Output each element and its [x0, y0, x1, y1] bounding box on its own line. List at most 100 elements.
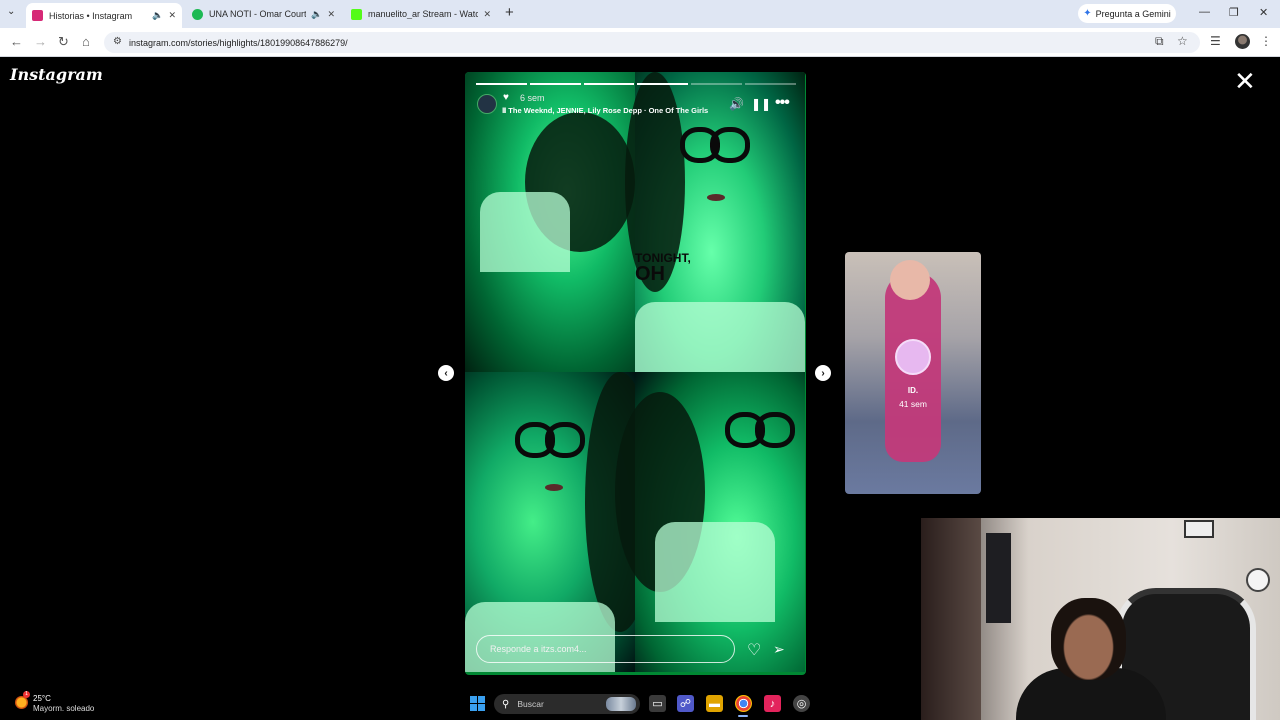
task-view-icon[interactable]: ▭ [649, 695, 666, 712]
preview-time: 41 sem [899, 399, 927, 409]
like-heart-icon[interactable]: ♡ [747, 640, 761, 660]
new-tab-plus-icon[interactable]: + [505, 4, 514, 21]
webcam-clothes [986, 533, 1011, 623]
profile-avatar[interactable] [1235, 34, 1250, 49]
instagram-favicon-icon [32, 10, 43, 21]
search-highlight-image [606, 697, 636, 711]
tab-close-icon[interactable]: ✕ [483, 9, 491, 20]
windows-start-icon[interactable] [470, 696, 485, 711]
weather-badge: 1 [23, 691, 30, 698]
more-options-icon[interactable]: ••• [775, 94, 790, 112]
site-settings-icon[interactable]: ⚙ [113, 36, 122, 47]
next-story-preview[interactable]: ID. 41 sem [845, 252, 981, 494]
story-owner-avatar[interactable] [477, 94, 497, 114]
forward-arrow-icon[interactable]: → [34, 34, 47, 49]
progress-segment [745, 83, 796, 85]
tab-title: UNA NOTI - Omar Courtz [209, 9, 307, 19]
reply-input[interactable] [476, 635, 735, 663]
story-time: 6 sem [520, 93, 545, 103]
preview-photo-head [890, 260, 930, 300]
close-icon[interactable]: ✕ [1234, 68, 1256, 94]
tab-close-icon[interactable]: ✕ [168, 10, 176, 21]
shirt-shape [655, 522, 775, 622]
shirt-shape [480, 192, 570, 272]
progress-segment [637, 83, 689, 85]
progress-segment [476, 83, 527, 85]
minimize-icon[interactable]: — [1199, 6, 1210, 18]
weather-temp[interactable]: 25°C [33, 694, 51, 703]
tab-title: manuelito_ar Stream - Watch Li [368, 9, 479, 19]
webcam-wall-frame [1184, 520, 1214, 538]
window-close-icon[interactable]: ✕ [1259, 6, 1268, 19]
webcam-door [921, 518, 981, 720]
instagram-logo[interactable]: Instagram [10, 65, 103, 84]
reload-icon[interactable]: ↻ [58, 34, 69, 50]
story-photo-3 [465, 372, 655, 672]
pause-icon[interactable]: ❚❚ [751, 97, 771, 111]
gemini-label: Pregunta a Gemini [1095, 8, 1171, 19]
preview-username: ID. [907, 386, 919, 395]
teams-icon[interactable]: ☍ [677, 695, 694, 712]
music-bars-icon: ǀǀǀ [502, 106, 506, 115]
progress-segment [529, 83, 581, 85]
cast-icon[interactable]: ⧉ [1155, 34, 1164, 49]
search-label: Buscar [517, 699, 544, 709]
speaker-icon[interactable]: 🔈 [311, 9, 322, 20]
story-photo-1 [465, 72, 635, 372]
story-photo-4 [615, 372, 805, 672]
send-icon[interactable]: ➢ [773, 641, 785, 658]
song-title: The Weeknd, JENNIE, Lily Rose Depp · One… [508, 106, 709, 115]
kick-favicon-icon [351, 8, 362, 20]
chrome-active-indicator [738, 715, 748, 717]
lyrics-sticker: TONIGHT, OH [635, 252, 691, 284]
gemini-spark-icon: ✦ [1083, 8, 1092, 19]
webcam-overlay [921, 518, 1280, 720]
home-icon[interactable]: ⌂ [82, 34, 90, 49]
tab-close-icon[interactable]: ✕ [327, 9, 335, 20]
shirt-shape [635, 302, 805, 372]
lyrics-line-2: OH [635, 263, 665, 285]
volume-icon[interactable]: 🔊 [729, 97, 744, 111]
lips-shape [707, 194, 725, 201]
speaker-icon[interactable]: 🔈 [152, 10, 163, 21]
weather-desc[interactable]: Mayorm. soleado [33, 704, 94, 713]
glasses-shape [680, 127, 750, 163]
url-text: instagram.com/stories/highlights/1801990… [129, 37, 348, 48]
glasses-shape [515, 422, 585, 458]
preview-avatar [895, 339, 931, 375]
story-song[interactable]: ǀǀǀ The Weeknd, JENNIE, Lily Rose Depp · … [502, 106, 708, 115]
tiktok-icon[interactable]: ♪ [764, 695, 781, 712]
spotify-favicon-icon [192, 8, 203, 20]
gemini-button[interactable]: ✦ Pregunta a Gemini [1078, 4, 1176, 23]
bookmark-star-icon[interactable]: ☆ [1177, 34, 1188, 48]
toolbar: ← → ↻ ⌂ instagram.com/stories/highlights… [0, 28, 1280, 57]
search-icon: ⚲ [502, 698, 510, 710]
story-progress-bar [476, 83, 796, 85]
url-field[interactable]: instagram.com/stories/highlights/1801990… [104, 32, 1200, 53]
reading-list-icon[interactable]: ☰ [1210, 34, 1221, 48]
more-menu-icon[interactable]: ⋮ [1260, 34, 1272, 48]
webcam-person-head [1051, 598, 1126, 680]
tab-spotify[interactable]: UNA NOTI - Omar Courtz 🔈 ✕ [186, 3, 341, 25]
club-crest-icon [1246, 568, 1270, 592]
taskbar [0, 688, 921, 720]
progress-segment [583, 83, 635, 85]
chrome-icon[interactable] [735, 695, 752, 712]
tab-kick[interactable]: manuelito_ar Stream - Watch Li ✕ [345, 3, 497, 25]
file-explorer-icon[interactable]: ▬ [706, 695, 723, 712]
app-icon[interactable]: ◎ [793, 695, 810, 712]
taskbar-search[interactable]: ⚲ Buscar [494, 694, 640, 714]
progress-segment [691, 83, 743, 85]
story-viewer[interactable]: ♥ 6 sem ǀǀǀ The Weeknd, JENNIE, Lily Rose… [465, 72, 806, 675]
heart-icon: ♥ [503, 92, 509, 103]
tab-strip: ⌄ Historias • Instagram 🔈 ✕ UNA NOTI - O… [0, 0, 1280, 28]
tab-title: Historias • Instagram [49, 10, 133, 21]
story-photo-2 [625, 72, 805, 372]
glasses-shape [725, 412, 795, 448]
next-story-chevron-icon[interactable]: › [815, 365, 831, 381]
restore-icon[interactable]: ❐ [1229, 6, 1239, 19]
tab-search-chevron-icon[interactable]: ⌄ [7, 6, 15, 17]
back-arrow-icon[interactable]: ← [10, 34, 23, 49]
tab-instagram[interactable]: Historias • Instagram 🔈 ✕ [26, 3, 182, 28]
prev-story-chevron-icon[interactable]: ‹ [438, 365, 454, 381]
